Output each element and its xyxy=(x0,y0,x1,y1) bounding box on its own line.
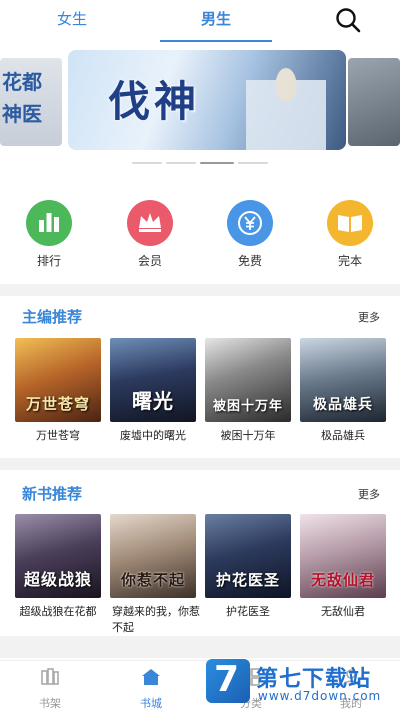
banner-title: 伐神 xyxy=(108,77,201,126)
book-card[interactable]: 被困十万年 被困十万年 xyxy=(205,338,291,444)
bookshelf-icon xyxy=(41,668,59,685)
category-label: 免费 xyxy=(237,254,262,268)
book-title: 被困十万年 xyxy=(220,429,276,442)
watermark-url: www.d7down.com xyxy=(258,689,382,703)
book-card[interactable]: 无敌仙君 无敌仙君 xyxy=(300,514,386,620)
book-cover: 曙光 xyxy=(110,338,196,422)
cover-title: 被困十万年 xyxy=(212,399,283,414)
book-cover: 你惹不起 xyxy=(110,514,196,598)
category-completed[interactable]: 完本 xyxy=(320,200,380,269)
book-title: 护花医圣 xyxy=(226,605,270,618)
book-cover: 护花医圣 xyxy=(205,514,291,598)
category-free[interactable]: 免费 xyxy=(220,200,280,269)
nav-label: 书城 xyxy=(140,697,162,710)
category-label: 排行 xyxy=(36,254,61,268)
watermark-logo-char: 7 xyxy=(214,659,240,700)
book-title: 无敌仙君 xyxy=(321,605,365,618)
tab-female[interactable]: 女生 xyxy=(57,8,87,29)
book-cover: 无敌仙君 xyxy=(300,514,386,598)
cover-title: 极品雄兵 xyxy=(313,397,373,413)
indicator-dot-active xyxy=(200,162,234,164)
tab-male[interactable]: 男生 xyxy=(201,8,231,29)
category-shortcuts: 排行 会员 免费 完本 xyxy=(0,200,400,270)
book-card[interactable]: 超级战狼 超级战狼在花都 xyxy=(15,514,101,620)
banner-indicator xyxy=(0,162,400,166)
section-title-new-books: 新书推荐 xyxy=(22,485,83,503)
banner-carousel[interactable]: 花都 神医 伐神 xyxy=(0,48,400,158)
book-icon xyxy=(327,200,373,246)
book-card[interactable]: 你惹不起 穿越来的我，你惹不起 xyxy=(110,514,200,636)
book-cover: 被困十万年 xyxy=(205,338,291,422)
banner-prev-title-2: 神医 xyxy=(2,102,42,126)
cover-title: 无敌仙君 xyxy=(310,571,375,589)
cover-title: 万世苍穹 xyxy=(25,395,90,413)
book-title: 穿越来的我，你惹不起 xyxy=(112,605,200,634)
book-title: 万世苍穹 xyxy=(36,429,80,442)
category-vip[interactable]: 会员 xyxy=(120,200,180,269)
book-card[interactable]: 极品雄兵 极品雄兵 xyxy=(300,338,386,444)
nav-bookshelf[interactable]: 书架 xyxy=(25,667,75,711)
book-title: 废墟中的曙光 xyxy=(120,429,186,442)
book-title: 超级战狼在花都 xyxy=(19,605,97,618)
cover-title: 曙光 xyxy=(132,389,174,413)
active-tab-underline xyxy=(160,40,272,42)
section-divider xyxy=(0,284,400,296)
crown-icon xyxy=(127,200,173,246)
top-tab-bar: 女生 男生 xyxy=(0,0,400,44)
category-ranking[interactable]: 排行 xyxy=(19,200,79,269)
yuan-icon xyxy=(227,200,273,246)
book-cover: 万世苍穹 xyxy=(15,338,101,422)
book-title: 极品雄兵 xyxy=(321,429,365,442)
book-card[interactable]: 护花医圣 护花医圣 xyxy=(205,514,291,620)
book-cover: 极品雄兵 xyxy=(300,338,386,422)
more-link-editor-picks[interactable]: 更多 xyxy=(358,309,380,325)
cover-title: 护花医圣 xyxy=(215,571,280,589)
nav-bookstore[interactable]: 书城 xyxy=(126,667,176,711)
category-label: 完本 xyxy=(337,254,362,268)
banner-prev-card[interactable]: 花都 神医 xyxy=(0,58,62,146)
cover-title: 超级战狼 xyxy=(23,570,92,589)
ranking-icon xyxy=(26,200,72,246)
store-icon xyxy=(142,669,160,685)
section-divider xyxy=(0,458,400,470)
book-cover: 超级战狼 xyxy=(15,514,101,598)
cover-title: 你惹不起 xyxy=(120,571,185,589)
more-link-new-books[interactable]: 更多 xyxy=(358,486,380,502)
banner-character-image xyxy=(246,50,326,150)
indicator-dot xyxy=(132,162,162,164)
book-card[interactable]: 万世苍穹 万世苍穹 xyxy=(15,338,101,444)
banner-prev-title-1: 花都 xyxy=(2,70,42,94)
indicator-dot xyxy=(238,162,268,164)
banner-next-card[interactable] xyxy=(348,58,400,146)
indicator-dot xyxy=(166,162,196,164)
search-icon[interactable] xyxy=(334,6,362,34)
nav-label: 书架 xyxy=(39,697,61,710)
book-card[interactable]: 曙光 废墟中的曙光 xyxy=(110,338,196,444)
banner-main-card[interactable]: 伐神 xyxy=(68,50,346,150)
site-watermark: 7 第七下载站 www.d7down.com xyxy=(206,655,396,711)
category-label: 会员 xyxy=(137,254,162,268)
watermark-logo: 7 xyxy=(206,659,250,703)
section-title-editor-picks: 主编推荐 xyxy=(22,308,83,326)
